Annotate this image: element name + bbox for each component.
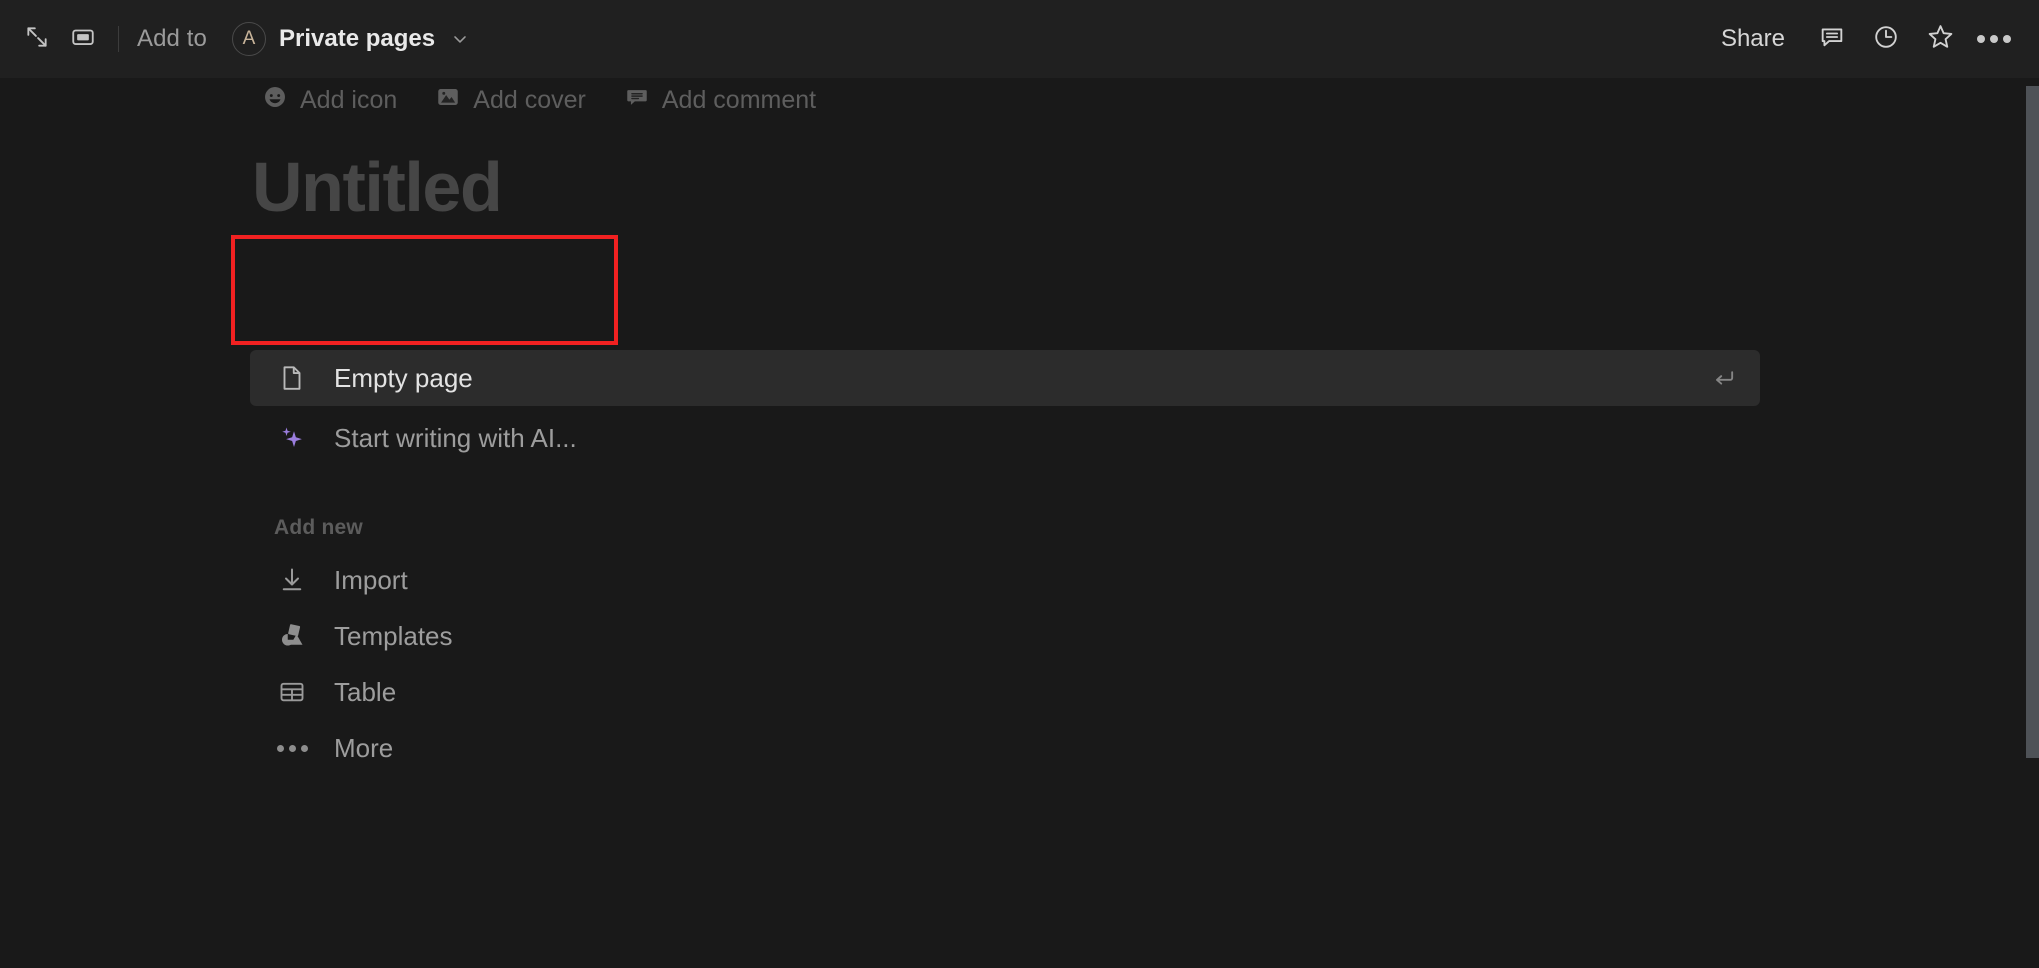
comment-bubble-icon [1818, 23, 1846, 56]
vertical-scrollbar-track[interactable] [2026, 78, 2039, 968]
ellipsis-icon [1977, 35, 2011, 43]
star-icon [1926, 22, 1955, 56]
ellipsis-icon [274, 744, 310, 752]
panel-rectangle-icon-button[interactable] [60, 16, 106, 62]
enter-return-icon [1710, 364, 1738, 392]
menu-item-templates[interactable]: Templates [250, 608, 1760, 664]
page-title-input[interactable]: Untitled [252, 152, 503, 222]
menu-item-empty-page[interactable]: Empty page [250, 350, 1760, 406]
expand-arrows-icon [24, 24, 50, 55]
smiley-icon [262, 84, 288, 117]
menu-item-import[interactable]: Import [250, 552, 1760, 608]
page-options-row: Add icon Add cover Add comment [252, 78, 826, 123]
page-title-wrapper: Untitled [252, 152, 503, 222]
more-options-button[interactable] [1971, 16, 2017, 62]
history-button[interactable] [1863, 16, 1909, 62]
ai-sparkle-icon [274, 423, 310, 453]
top-toolbar: Add to A Private pages Share [0, 0, 2039, 78]
favorite-button[interactable] [1917, 16, 1963, 62]
menu-item-label: Empty page [334, 362, 473, 393]
menu-section-add-new: Add new [274, 516, 363, 539]
breadcrumb-private-pages[interactable]: A Private pages [224, 17, 478, 61]
toolbar-left-group: Add to A Private pages [0, 16, 478, 62]
ellipsis-dots [276, 744, 308, 752]
menu-item-label: Import [334, 564, 408, 595]
add-icon-button[interactable]: Add icon [252, 78, 407, 123]
menu-item-label: More [334, 732, 394, 763]
add-comment-button[interactable]: Add comment [614, 78, 826, 123]
menu-item-label: Templates [334, 620, 453, 651]
menu-item-label: Table [334, 676, 397, 707]
menu-item-label: Start writing with AI... [334, 422, 577, 453]
download-import-icon [274, 565, 310, 595]
add-cover-label: Add cover [473, 86, 586, 114]
shapes-templates-icon [274, 621, 310, 651]
image-icon [435, 84, 461, 117]
add-icon-label: Add icon [300, 86, 398, 114]
clock-history-icon [1872, 23, 1900, 56]
table-grid-icon [274, 677, 310, 707]
chevron-down-icon [450, 29, 470, 49]
breadcrumb-title: Private pages [279, 25, 436, 52]
comment-bubble-icon [624, 84, 650, 117]
document-page-icon [274, 363, 310, 393]
menu-item-more[interactable]: More [250, 720, 1760, 776]
vertical-scrollbar-thumb[interactable] [2026, 86, 2039, 758]
add-cover-button[interactable]: Add cover [425, 78, 596, 123]
block-insert-menu: Empty page Start writing with AI... Add … [250, 350, 1760, 776]
share-button[interactable]: Share [1705, 17, 1801, 61]
comment-button[interactable] [1809, 16, 1855, 62]
toolbar-divider [118, 26, 119, 52]
add-to-label: Add to [137, 25, 207, 52]
menu-item-start-writing-with-ai[interactable]: Start writing with AI... [250, 410, 1760, 466]
expand-arrows-icon-button[interactable] [14, 16, 60, 62]
menu-item-table[interactable]: Table [250, 664, 1760, 720]
panel-rectangle-icon [70, 24, 96, 55]
avatar: A [232, 22, 266, 56]
toolbar-right-group: Share [1705, 16, 2039, 62]
add-comment-label: Add comment [661, 86, 817, 114]
